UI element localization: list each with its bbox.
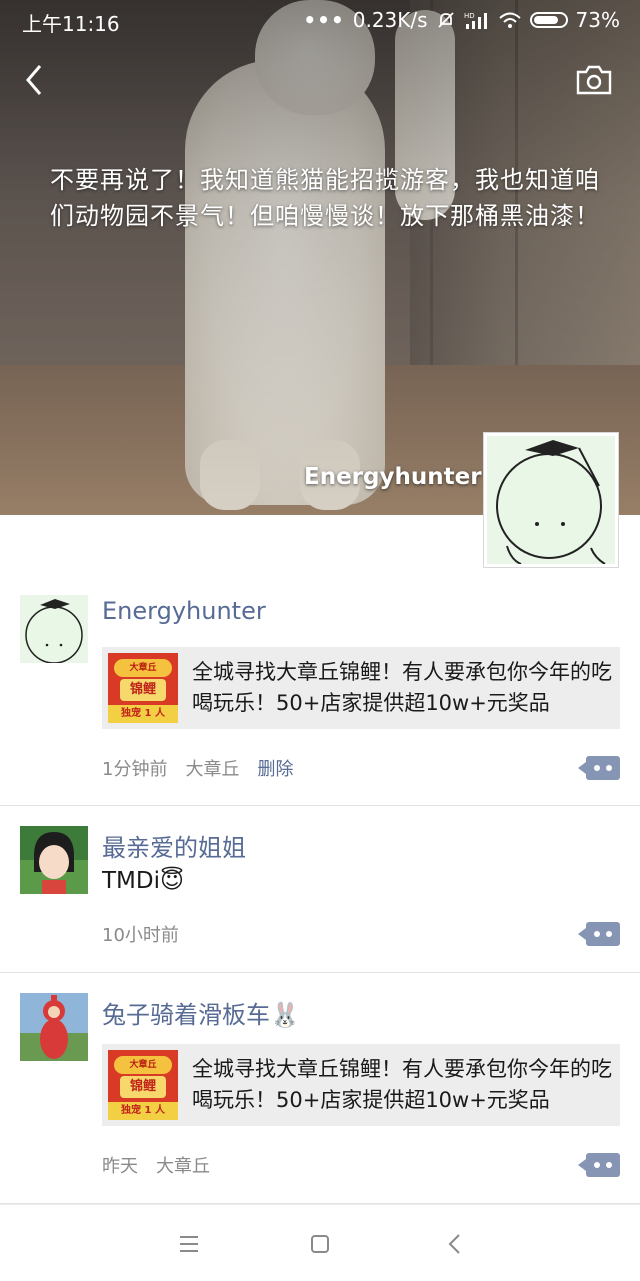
post-avatar[interactable]: [20, 826, 88, 894]
post-meta: 10小时前: [102, 921, 179, 947]
status-time: 上午11:16: [22, 12, 120, 36]
chevron-left-icon[interactable]: [18, 60, 54, 100]
post-time: 昨天: [102, 1156, 138, 1177]
comment-button[interactable]: [578, 1153, 620, 1177]
svg-text:HD: HD: [464, 12, 475, 20]
shared-link-thumbnail: 大章丘 锦鲤 独宠 1 人: [108, 653, 178, 723]
hd-signal-icon: HD: [464, 12, 487, 29]
status-bar: 上午11:16 ••• 0.23K/s HD 73%: [0, 0, 640, 40]
comment-button[interactable]: [578, 922, 620, 946]
shared-link-card[interactable]: 大章丘 锦鲤 独宠 1 人 全城寻找大章丘锦鲤！有人要承包你今年的吃喝玩乐！50…: [102, 1044, 620, 1126]
avatar-drawing: [487, 436, 615, 565]
shared-link-title: 全城寻找大章丘锦鲤！有人要承包你今年的吃喝玩乐！50+店家提供超10w+元奖品: [192, 1057, 612, 1112]
post-meta: 1分钟前 大章丘 删除: [102, 755, 293, 781]
post-username[interactable]: Energyhunter: [102, 597, 266, 625]
post-time: 10小时前: [102, 925, 179, 946]
owner-avatar[interactable]: [483, 432, 619, 568]
shared-link-card[interactable]: 大章丘 锦鲤 独宠 1 人 全城寻找大章丘锦鲤！有人要承包你今年的吃喝玩乐！50…: [102, 647, 620, 729]
camera-icon[interactable]: [574, 62, 614, 98]
feed-post: 兔子骑着滑板车🐰 大章丘 锦鲤 独宠 1 人 全城寻找大章丘锦鲤！有人要承包你今…: [0, 973, 640, 1204]
home-square-icon[interactable]: [305, 1229, 335, 1259]
battery-icon: [529, 12, 568, 28]
cover-caption: 不要再说了！我知道熊猫能招揽游客，我也知道咱们动物园不景气！但咱慢慢谈！放下那桶…: [50, 166, 600, 230]
shared-link-thumbnail: 大章丘 锦鲤 独宠 1 人: [108, 1050, 178, 1120]
post-time: 1分钟前: [102, 759, 168, 780]
status-more-dots: •••: [303, 8, 345, 32]
post-location[interactable]: 大章丘: [156, 1152, 210, 1178]
system-navigation-bar: [0, 1204, 640, 1281]
bell-off-icon: [437, 12, 454, 28]
post-username[interactable]: 兔子骑着滑板车🐰: [102, 995, 300, 1030]
cover-owner-name[interactable]: Energyhunter: [304, 464, 482, 490]
post-meta: 昨天 大章丘: [102, 1152, 210, 1178]
post-avatar[interactable]: [20, 993, 88, 1061]
feed-post: Energyhunter 大章丘 锦鲤 独宠 1 人 全城寻找大章丘锦鲤！有人要…: [0, 575, 640, 806]
delete-link[interactable]: 删除: [257, 755, 293, 781]
status-speed: 0.23K/s: [352, 8, 428, 32]
shared-link-title: 全城寻找大章丘锦鲤！有人要承包你今年的吃喝玩乐！50+店家提供超10w+元奖品: [192, 660, 612, 715]
post-location[interactable]: 大章丘: [185, 755, 239, 781]
post-text: TMDi😇: [102, 868, 184, 894]
post-avatar[interactable]: [20, 595, 88, 663]
wifi-icon: [498, 12, 521, 28]
back-triangle-icon[interactable]: [440, 1229, 470, 1259]
post-username[interactable]: 最亲爱的姐姐: [102, 828, 246, 863]
comment-button[interactable]: [578, 756, 620, 780]
status-battery: 73%: [575, 8, 620, 32]
feed-post: 最亲爱的姐姐 TMDi😇 10小时前: [0, 806, 640, 973]
menu-icon[interactable]: [174, 1229, 204, 1259]
